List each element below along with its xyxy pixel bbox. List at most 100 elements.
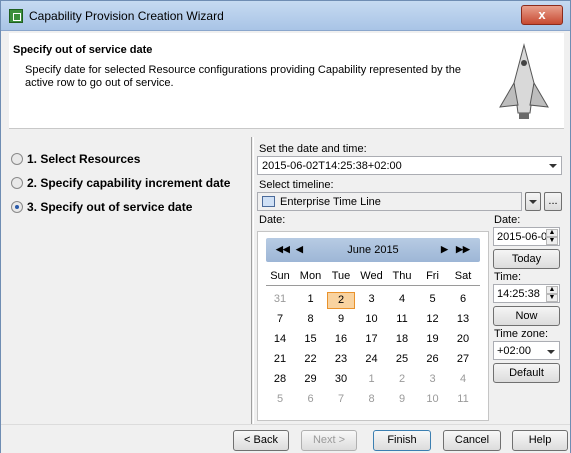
calendar-day[interactable]: 11: [388, 312, 416, 329]
calendar-day[interactable]: 13: [449, 312, 477, 329]
calendar-day[interactable]: 28: [266, 372, 294, 389]
calendar-day[interactable]: 8: [297, 312, 325, 329]
calendar-day[interactable]: 5: [419, 292, 447, 309]
calendar-day[interactable]: 9: [327, 312, 355, 329]
calendar-day[interactable]: 14: [266, 332, 294, 349]
calendar-day[interactable]: 4: [388, 292, 416, 309]
calendar-day[interactable]: 6: [297, 392, 325, 409]
calendar-day[interactable]: 7: [266, 312, 294, 329]
weekday-label: Mon: [299, 270, 322, 282]
weekday-label: Tue: [331, 270, 351, 282]
close-button[interactable]: x: [521, 5, 563, 25]
spin-up-icon[interactable]: ▲: [546, 229, 558, 237]
calendar-day[interactable]: 8: [358, 392, 386, 409]
calendar-day[interactable]: 1: [297, 292, 325, 309]
step-label: 3. Specify out of service date: [27, 200, 193, 214]
datetime-label: Set the date and time:: [259, 143, 367, 155]
calendar-day[interactable]: 7: [327, 392, 355, 409]
timeline-label: Select timeline:: [259, 179, 334, 191]
cancel-button[interactable]: Cancel: [443, 430, 501, 451]
calendar-day[interactable]: 4: [449, 372, 477, 389]
page-description: Specify date for selected Resource confi…: [25, 64, 461, 89]
calendar-day[interactable]: 25: [388, 352, 416, 369]
title-bar: Capability Provision Creation Wizard x: [1, 1, 570, 31]
radio-icon[interactable]: [11, 153, 23, 165]
radio-icon[interactable]: [11, 177, 23, 189]
calendar-day[interactable]: 12: [419, 312, 447, 329]
calendar-day[interactable]: 2: [327, 292, 355, 309]
step-capability-increment[interactable]: 2. Specify capability increment date: [11, 176, 230, 190]
time-spinner-value: 14:25:38: [497, 288, 540, 300]
timeline-dropdown-button[interactable]: [525, 192, 541, 211]
calendar-day[interactable]: 15: [297, 332, 325, 349]
calendar-day[interactable]: 26: [419, 352, 447, 369]
calendar-day[interactable]: 18: [388, 332, 416, 349]
now-button[interactable]: Now: [493, 306, 560, 326]
calendar-day[interactable]: 3: [419, 372, 447, 389]
calendar-day[interactable]: 24: [358, 352, 386, 369]
weekday-label: Thu: [392, 270, 412, 282]
spin-up-icon[interactable]: ▲: [546, 286, 558, 294]
step-out-of-service[interactable]: 3. Specify out of service date: [11, 200, 193, 214]
back-button[interactable]: < Back: [233, 430, 289, 451]
calendar-day[interactable]: 19: [419, 332, 447, 349]
chevron-down-icon: [529, 200, 537, 204]
help-button[interactable]: Help: [512, 430, 568, 451]
step-select-resources[interactable]: 1. Select Resources: [11, 152, 140, 166]
wizard-header: Specify out of service date Specify date…: [9, 33, 564, 129]
steps-panel: 1. Select Resources 2. Specify capabilit…: [9, 136, 247, 422]
timeline-icon: [262, 196, 275, 207]
spin-down-icon[interactable]: ▼: [546, 294, 558, 302]
calendar-day[interactable]: 23: [327, 352, 355, 369]
weekday-label: Fri: [426, 270, 439, 282]
timeline-browse-button[interactable]: ...: [544, 192, 562, 211]
calendar-day[interactable]: 9: [388, 392, 416, 409]
date-spinner-value: 2015-06-02: [497, 231, 554, 243]
calendar-day[interactable]: 16: [327, 332, 355, 349]
calendar-day[interactable]: 20: [449, 332, 477, 349]
calendar-day[interactable]: 27: [449, 352, 477, 369]
calendar-header: ◀◀ ◀ June 2015 ▶ ▶▶: [266, 238, 480, 262]
radio-selected-icon[interactable]: [11, 201, 23, 213]
weekday-divider: [266, 285, 480, 286]
panel-divider[interactable]: [251, 137, 254, 424]
calendar-day[interactable]: 2: [388, 372, 416, 389]
next-button[interactable]: Next >: [301, 430, 357, 451]
datetime-combo[interactable]: 2015-06-02T14:25:38+02:00: [257, 156, 562, 175]
calendar-day[interactable]: 3: [358, 292, 386, 309]
date-spinner[interactable]: 2015-06-02 ▲ ▼: [493, 227, 560, 246]
button-bar: < Back Next > Finish Cancel Help: [1, 424, 570, 453]
chevron-down-icon[interactable]: [547, 350, 555, 354]
calendar-day[interactable]: 10: [358, 312, 386, 329]
next-year-icon[interactable]: ▶▶: [456, 244, 470, 255]
timeline-field[interactable]: Enterprise Time Line: [257, 192, 522, 211]
space-shuttle-icon: [499, 43, 549, 119]
wizard-window: Capability Provision Creation Wizard x S…: [0, 0, 571, 453]
datetime-value: 2015-06-02T14:25:38+02:00: [262, 160, 402, 172]
spin-down-icon[interactable]: ▼: [546, 237, 558, 245]
calendar-day[interactable]: 10: [419, 392, 447, 409]
finish-button[interactable]: Finish: [373, 430, 431, 451]
calendar-day[interactable]: 21: [266, 352, 294, 369]
weekday-label: Sat: [454, 270, 472, 282]
calendar-day[interactable]: 17: [358, 332, 386, 349]
weekday-label: Wed: [360, 270, 383, 282]
timezone-combo[interactable]: +02:00: [493, 341, 560, 360]
time-spinner[interactable]: 14:25:38 ▲ ▼: [493, 284, 560, 303]
calendar-day[interactable]: 22: [297, 352, 325, 369]
calendar-day[interactable]: 1: [358, 372, 386, 389]
timeline-value: Enterprise Time Line: [280, 196, 381, 208]
side-date-label: Date:: [494, 214, 521, 226]
default-button[interactable]: Default: [493, 363, 560, 383]
calendar-day[interactable]: 30: [327, 372, 355, 389]
calendar-day[interactable]: 31: [266, 292, 294, 309]
next-month-icon[interactable]: ▶: [441, 244, 448, 255]
window-title: Capability Provision Creation Wizard: [29, 9, 224, 23]
today-button[interactable]: Today: [493, 249, 560, 269]
calendar-day[interactable]: 5: [266, 392, 294, 409]
chevron-down-icon[interactable]: [549, 164, 557, 168]
weekday-label: Sun: [270, 270, 290, 282]
calendar-day[interactable]: 29: [297, 372, 325, 389]
calendar-day[interactable]: 6: [449, 292, 477, 309]
calendar-day[interactable]: 11: [449, 392, 477, 409]
